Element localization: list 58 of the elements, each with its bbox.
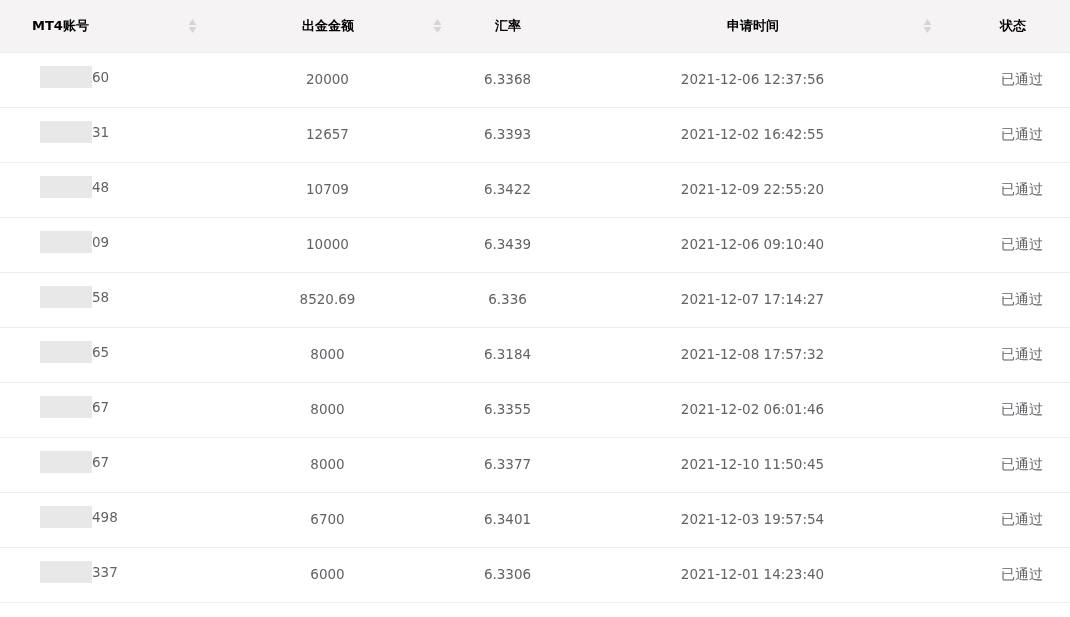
table-cell-text: 6.3393 xyxy=(483,125,532,145)
table-cell-text: 2021-12-02 16:42:55 xyxy=(680,125,825,145)
table-cell-text: 8000 xyxy=(310,345,345,365)
table-cell-text: 2021-12-09 22:55:20 xyxy=(680,180,825,200)
table-cell-text: 60 xyxy=(92,67,110,87)
table-cell-text: 48 xyxy=(92,177,110,197)
status-text: 已通过 xyxy=(1001,345,1043,365)
column-header[interactable]: MT4账号 xyxy=(32,16,89,36)
sort-icon[interactable] xyxy=(188,18,197,34)
table-cell-text: 09 xyxy=(92,232,110,252)
table-cell-text: 337 xyxy=(92,562,118,582)
status-text: 已通过 xyxy=(1001,565,1043,585)
status-text: 已通过 xyxy=(1001,125,1043,145)
status-text: 已通过 xyxy=(1001,510,1043,530)
table-cell-text: 67 xyxy=(92,452,110,472)
table-cell-text: 31 xyxy=(92,122,110,142)
table-cell-text: 6.3368 xyxy=(483,70,532,90)
column-header[interactable]: 出金金额 xyxy=(301,16,354,36)
table-cell-text: 8000 xyxy=(310,400,345,420)
table-cell-text: 2021-12-08 17:57:32 xyxy=(680,345,825,365)
table-cell-text: 6.3306 xyxy=(483,565,532,585)
status-text: 已通过 xyxy=(1001,400,1043,420)
table-cell-text: 67 xyxy=(92,397,110,417)
table-cell-text: 2021-12-02 06:01:46 xyxy=(680,400,825,420)
table-cell-text: 6.3355 xyxy=(483,400,532,420)
table-cell-text: 498 xyxy=(92,507,118,527)
table-cell-text: 10709 xyxy=(306,180,349,200)
table-cell-text: 6.3439 xyxy=(483,235,532,255)
table-cell-text: 65 xyxy=(92,342,110,362)
sort-icon[interactable] xyxy=(923,18,932,34)
table-cell-text: 2021-12-03 19:57:54 xyxy=(680,510,825,530)
status-text: 已通过 xyxy=(1001,235,1043,255)
column-header: 汇率 xyxy=(494,17,521,35)
status-text: 已通过 xyxy=(1001,290,1043,310)
table-cell-text: 6000 xyxy=(310,565,345,585)
table-cell-text: 2021-12-07 17:14:27 xyxy=(680,290,825,310)
sort-icon[interactable] xyxy=(433,18,442,34)
table-cell-text: 2021-12-06 12:37:56 xyxy=(680,70,825,90)
table-cell-text: 6.336 xyxy=(488,290,527,310)
table-cell-text: 6.3422 xyxy=(483,180,532,200)
table-cell-text: 2021-12-10 11:50:45 xyxy=(680,455,825,475)
table-cell-text: 2021-12-01 14:23:40 xyxy=(680,565,825,585)
table-cell-text: 6.3377 xyxy=(483,455,532,475)
table-cell-text: 10000 xyxy=(306,235,349,255)
table-cell-text: 8000 xyxy=(310,455,345,475)
table-cell-text: 12657 xyxy=(306,125,349,145)
table-cell-text: 6.3401 xyxy=(483,510,532,530)
column-header: 状态 xyxy=(1000,17,1026,35)
status-text: 已通过 xyxy=(1001,180,1043,200)
table-cell-text: 6700 xyxy=(310,510,345,530)
column-header[interactable]: 申请时间 xyxy=(726,16,779,36)
status-text: 已通过 xyxy=(1001,70,1043,90)
status-text: 已通过 xyxy=(1001,455,1043,475)
table-cell-text: 8520.69 xyxy=(299,290,356,310)
table-cell-text: 20000 xyxy=(306,70,349,90)
table-cell-text: 58 xyxy=(92,287,110,307)
table-cell-text: 6.3184 xyxy=(483,345,532,365)
table-cell-text: 2021-12-06 09:10:40 xyxy=(680,235,825,255)
